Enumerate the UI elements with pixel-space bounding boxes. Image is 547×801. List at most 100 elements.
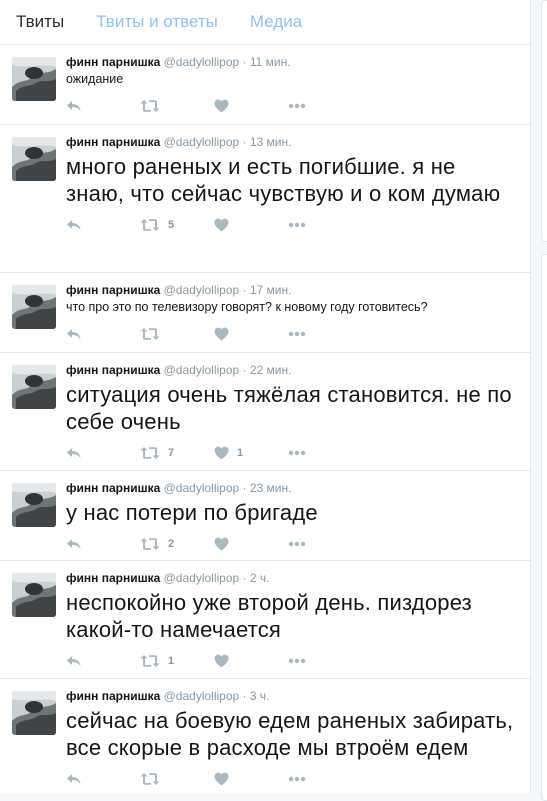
timestamp[interactable]: 11 мин. bbox=[250, 55, 291, 69]
like-icon bbox=[214, 99, 229, 113]
like-button[interactable] bbox=[214, 537, 288, 551]
like-button[interactable] bbox=[214, 218, 288, 232]
username[interactable]: @dadylollipop bbox=[164, 689, 240, 703]
fullname[interactable]: финн парнишка bbox=[66, 689, 160, 703]
fullname[interactable]: финн парнишка bbox=[66, 363, 160, 377]
more-button[interactable] bbox=[288, 541, 362, 547]
timestamp[interactable]: 3 ч. bbox=[250, 689, 270, 703]
avatar[interactable] bbox=[12, 483, 56, 527]
timestamp[interactable]: 2 ч. bbox=[250, 571, 270, 585]
like-button[interactable] bbox=[214, 772, 288, 786]
timestamp[interactable]: 13 мин. bbox=[250, 135, 292, 149]
tweet-text: что про это по телевизору говорят? к нов… bbox=[66, 300, 428, 314]
reply-icon bbox=[66, 218, 82, 232]
tweet-header: финн парнишка @dadylollipop · 3 ч. bbox=[66, 688, 518, 704]
timestamp[interactable]: 17 мин. bbox=[250, 283, 292, 297]
timestamp[interactable]: 22 мин. bbox=[250, 363, 292, 377]
more-button[interactable] bbox=[288, 103, 362, 109]
fullname[interactable]: финн парнишка bbox=[66, 571, 160, 585]
more-button[interactable] bbox=[288, 658, 362, 664]
retweet-button[interactable]: 5 bbox=[140, 218, 214, 232]
reply-button[interactable] bbox=[66, 446, 140, 460]
avatar[interactable] bbox=[12, 691, 56, 735]
avatar[interactable] bbox=[12, 57, 56, 101]
retweet-icon bbox=[140, 218, 160, 232]
reply-button[interactable] bbox=[66, 327, 140, 341]
tweet[interactable]: финн парнишка @dadylollipop · 13 мин. мно… bbox=[0, 125, 530, 273]
tab-tweets-and-replies[interactable]: Твиты и ответы bbox=[96, 12, 218, 32]
tweet-text: много раненых и есть погибшие. я не знаю… bbox=[66, 154, 501, 206]
tab-media[interactable]: Медиа bbox=[250, 12, 302, 32]
reply-button[interactable] bbox=[66, 772, 140, 786]
more-icon bbox=[288, 331, 306, 337]
retweet-button[interactable] bbox=[140, 99, 214, 113]
like-icon bbox=[214, 654, 229, 668]
more-button[interactable] bbox=[288, 450, 362, 456]
username[interactable]: @dadylollipop bbox=[164, 283, 240, 297]
like-button[interactable] bbox=[214, 327, 288, 341]
like-button[interactable] bbox=[214, 99, 288, 113]
retweet-count: 7 bbox=[168, 447, 175, 459]
more-icon bbox=[288, 658, 306, 664]
username[interactable]: @dadylollipop bbox=[164, 363, 240, 377]
separator-dot: · bbox=[242, 363, 247, 377]
retweet-count: 1 bbox=[168, 655, 175, 667]
reply-button[interactable] bbox=[66, 537, 140, 551]
username[interactable]: @dadylollipop bbox=[164, 571, 240, 585]
reply-button[interactable] bbox=[66, 218, 140, 232]
tweet-header: финн парнишка @dadylollipop · 13 мин. bbox=[66, 134, 518, 150]
tweet-header: финн парнишка @dadylollipop · 22 мин. bbox=[66, 362, 518, 378]
username[interactable]: @dadylollipop bbox=[164, 135, 240, 149]
tweet-list: финн парнишка @dadylollipop · 11 мин. ожи… bbox=[0, 45, 530, 793]
more-button[interactable] bbox=[288, 331, 362, 337]
tweet-header: финн парнишка @dadylollipop · 11 мин. bbox=[66, 54, 518, 70]
tweet-header: финн парнишка @dadylollipop · 2 ч. bbox=[66, 570, 518, 586]
profile-timeline: Твиты Твиты и ответы Медиа финн парнишка… bbox=[0, 0, 531, 793]
retweet-button[interactable]: 1 bbox=[140, 654, 214, 668]
profile-tabs: Твиты Твиты и ответы Медиа bbox=[0, 0, 530, 45]
tweet[interactable]: финн парнишка @dadylollipop · 3 ч. сейчас… bbox=[0, 679, 530, 793]
avatar[interactable] bbox=[12, 137, 56, 181]
timestamp[interactable]: 23 мин. bbox=[250, 481, 292, 495]
reply-button[interactable] bbox=[66, 654, 140, 668]
separator-dot: · bbox=[242, 689, 247, 703]
retweet-button[interactable] bbox=[140, 772, 214, 786]
retweet-icon bbox=[140, 327, 160, 341]
tweet[interactable]: финн парнишка @dadylollipop · 23 мин. у н… bbox=[0, 471, 530, 561]
retweet-icon bbox=[140, 772, 160, 786]
like-button[interactable]: 1 bbox=[214, 446, 288, 460]
more-icon bbox=[288, 450, 306, 456]
fullname[interactable]: финн парнишка bbox=[66, 55, 160, 69]
fullname[interactable]: финн парнишка bbox=[66, 283, 160, 297]
tweet[interactable]: финн парнишка @dadylollipop · 2 ч. неспок… bbox=[0, 561, 530, 679]
reply-button[interactable] bbox=[66, 99, 140, 113]
more-icon bbox=[288, 776, 306, 782]
avatar[interactable] bbox=[12, 285, 56, 329]
tweet[interactable]: финн парнишка @dadylollipop · 22 мин. сит… bbox=[0, 353, 530, 471]
avatar[interactable] bbox=[12, 365, 56, 409]
more-button[interactable] bbox=[288, 776, 362, 782]
reply-icon bbox=[66, 99, 82, 113]
tweet[interactable]: финн парнишка @dadylollipop · 17 мин. что… bbox=[0, 273, 530, 353]
fullname[interactable]: финн парнишка bbox=[66, 135, 160, 149]
tweet-text: ситуация очень тяжёлая становится. не по… bbox=[66, 382, 512, 434]
reply-icon bbox=[66, 772, 82, 786]
reply-icon bbox=[66, 446, 82, 460]
username[interactable]: @dadylollipop bbox=[164, 55, 240, 69]
like-button[interactable] bbox=[214, 654, 288, 668]
tweet-actions: 1 bbox=[66, 651, 518, 671]
tab-tweets[interactable]: Твиты bbox=[16, 12, 64, 32]
more-button[interactable] bbox=[288, 222, 362, 228]
retweet-icon bbox=[140, 99, 160, 113]
avatar[interactable] bbox=[12, 573, 56, 617]
username[interactable]: @dadylollipop bbox=[164, 481, 240, 495]
fullname[interactable]: финн парнишка bbox=[66, 481, 160, 495]
reply-icon bbox=[66, 654, 82, 668]
tweet-text: ожидание bbox=[66, 72, 124, 86]
tweet[interactable]: финн парнишка @dadylollipop · 11 мин. ожи… bbox=[0, 45, 530, 125]
retweet-button[interactable]: 7 bbox=[140, 446, 214, 460]
retweet-button[interactable]: 2 bbox=[140, 537, 214, 551]
retweet-button[interactable] bbox=[140, 327, 214, 341]
like-icon bbox=[214, 446, 229, 460]
tweet-actions bbox=[66, 96, 518, 116]
